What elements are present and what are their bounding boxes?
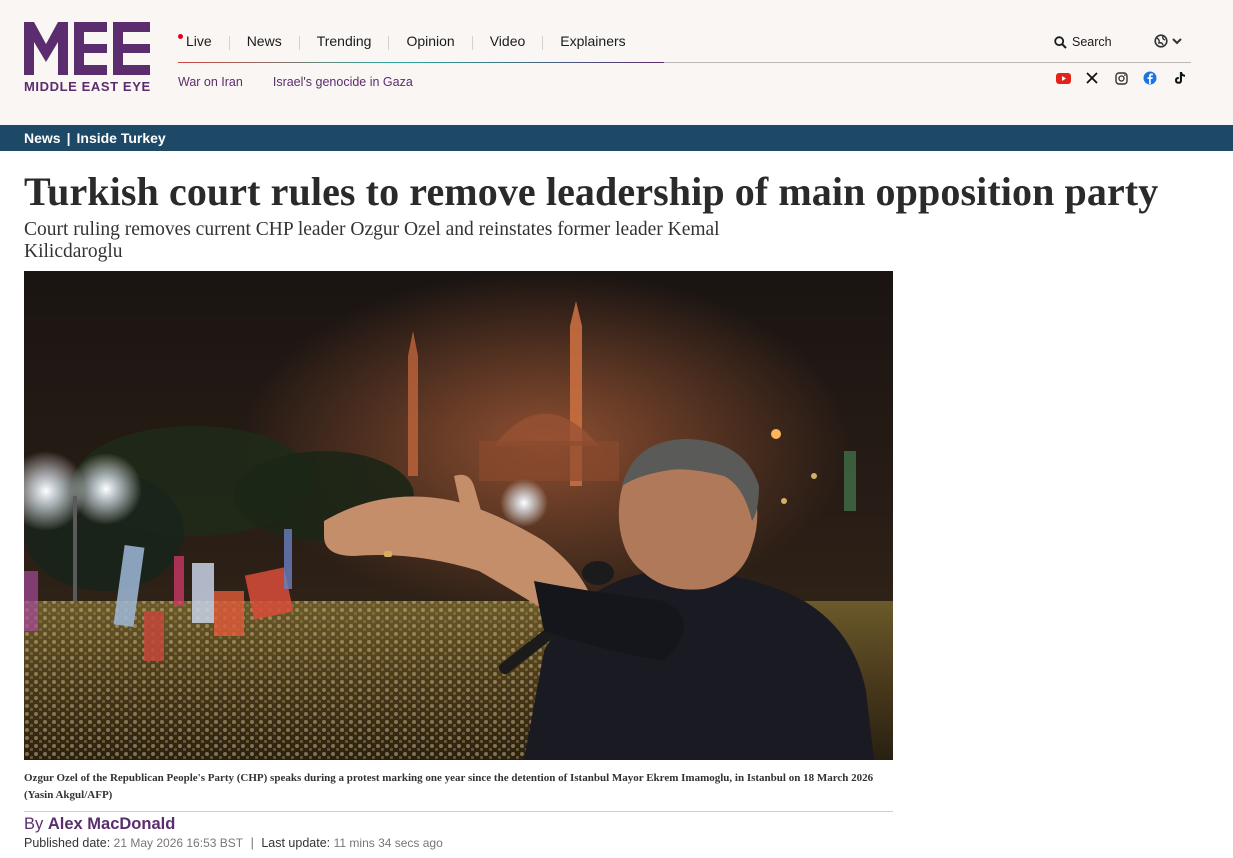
image-caption: Ozgur Ozel of the Republican People's Pa…	[24, 772, 874, 801]
nav-item-live[interactable]: Live	[178, 28, 212, 62]
tiktok-icon[interactable]	[1171, 70, 1187, 86]
youtube-icon[interactable]	[1055, 70, 1071, 86]
main-nav: Live News Trending Opinion Video Explain…	[178, 28, 626, 64]
instagram-icon[interactable]	[1113, 70, 1129, 86]
breadcrumb: News | Inside Turkey	[0, 125, 1233, 151]
byline-prefix: By	[24, 815, 44, 833]
x-icon[interactable]	[1084, 70, 1100, 86]
chevron-down-icon	[1172, 38, 1182, 45]
breadcrumb-section[interactable]: News	[24, 130, 61, 146]
subnav-item-war-on-iran[interactable]: War on Iran	[178, 75, 243, 89]
author-link[interactable]: Alex MacDonald	[48, 815, 175, 833]
search-icon	[1054, 35, 1067, 49]
breadcrumb-separator: |	[66, 130, 71, 146]
sub-nav: War on Iran Israel's genocide in Gaza	[178, 75, 443, 89]
updated-time: 11 mins 34 secs ago	[333, 836, 443, 850]
facebook-icon[interactable]	[1142, 70, 1158, 86]
search-label: Search	[1072, 35, 1112, 49]
nav-underline	[178, 62, 664, 63]
nav-divider	[298, 36, 300, 50]
search-button[interactable]: Search	[1054, 35, 1112, 49]
nav-item-trending[interactable]: Trending	[317, 28, 372, 62]
caption-divider	[24, 811, 893, 812]
site-header: MIDDLE EAST EYE Live News Trending Opini…	[0, 0, 1233, 125]
published-label: Published date:	[24, 836, 111, 850]
nav-label-live: Live	[186, 33, 212, 49]
globe-icon	[1154, 34, 1168, 48]
logo-name: MIDDLE EAST EYE	[24, 79, 151, 94]
updated-label: Last update:	[261, 836, 331, 850]
nav-divider	[388, 36, 390, 50]
site-logo[interactable]: MIDDLE EAST EYE	[24, 20, 154, 95]
article-dates: Published date: 21 May 2026 16:53 BST | …	[24, 836, 443, 850]
nav-divider	[471, 36, 473, 50]
nav-item-news[interactable]: News	[247, 28, 282, 62]
header-divider	[664, 62, 1191, 63]
nav-item-explainers[interactable]: Explainers	[560, 28, 625, 62]
nav-divider	[228, 36, 230, 50]
article-standfirst: Court ruling removes current CHP leader …	[24, 219, 720, 262]
article-hero-image[interactable]	[24, 271, 893, 760]
logo-mark-icon	[24, 22, 150, 75]
nav-divider	[542, 36, 544, 50]
published-date: 21 May 2026 16:53 BST	[113, 836, 244, 850]
nav-item-opinion[interactable]: Opinion	[406, 28, 454, 62]
date-separator: |	[250, 836, 254, 850]
breadcrumb-subsection[interactable]: Inside Turkey	[77, 130, 166, 146]
hero-photo-illustration	[24, 271, 893, 760]
language-selector[interactable]	[1154, 34, 1183, 48]
nav-item-video[interactable]: Video	[490, 28, 526, 62]
live-dot-icon	[178, 34, 183, 39]
byline: By Alex MacDonald	[24, 815, 175, 834]
subnav-item-gaza[interactable]: Israel's genocide in Gaza	[273, 75, 413, 89]
social-links	[1055, 70, 1200, 86]
article-headline: Turkish court rules to remove leadership…	[24, 169, 1159, 214]
